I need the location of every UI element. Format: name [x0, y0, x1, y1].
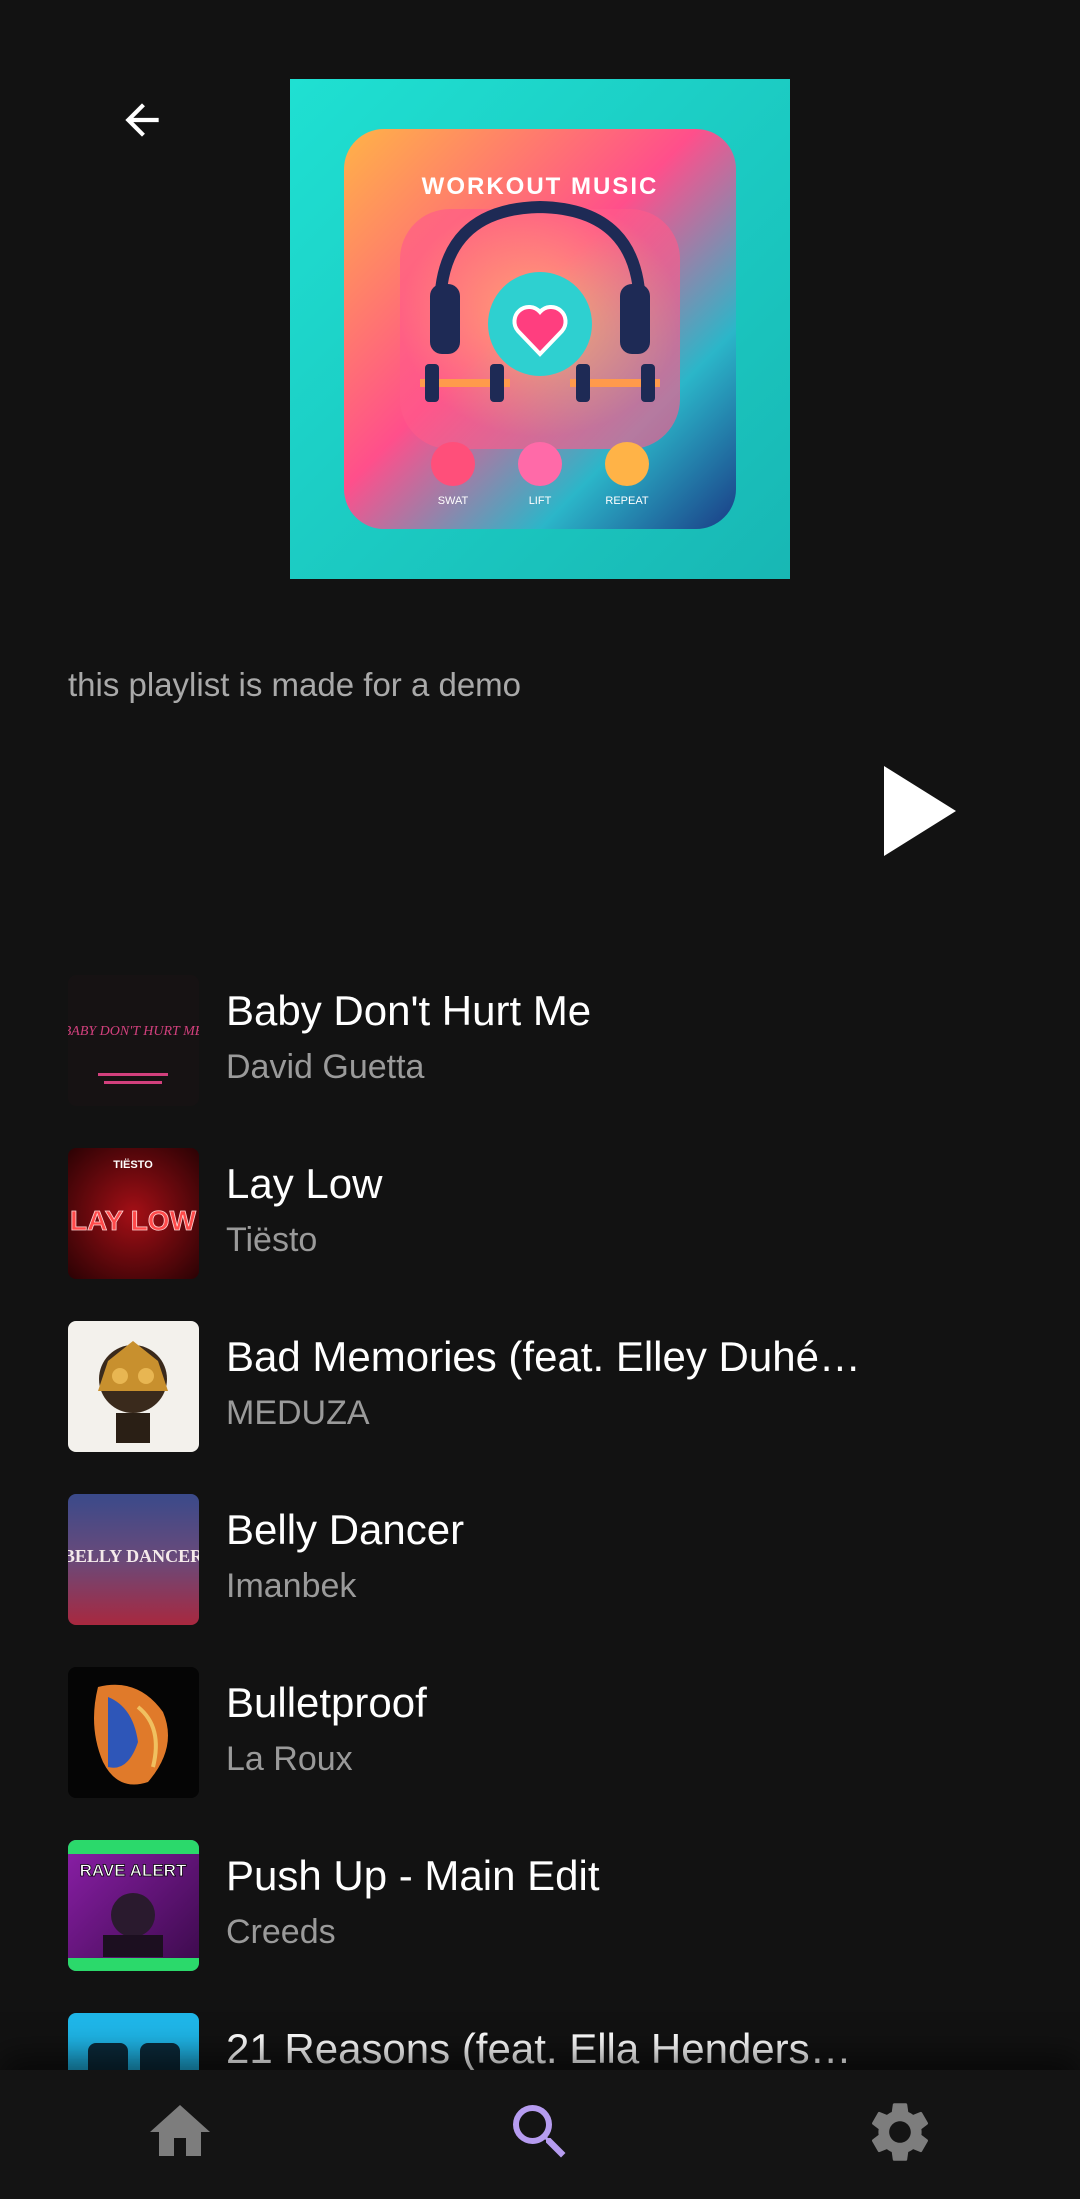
- home-icon: [150, 2105, 210, 2156]
- track-title: Bad Memories (feat. Elley Duhé…: [226, 1333, 861, 1380]
- track-artwork: [68, 1321, 199, 1452]
- back-button[interactable]: [100, 78, 184, 162]
- track-row[interactable]: BELLY DANCER Belly Dancer Imanbek: [0, 1494, 1080, 1667]
- track-artwork: RAVE ALERT: [68, 1840, 199, 1971]
- cover-title-text: WORKOUT MUSIC: [422, 173, 659, 200]
- track-list: BABY DON'T HURT ME Baby Don't Hurt Me Da…: [0, 975, 1080, 2070]
- nav-home-button[interactable]: [140, 2092, 220, 2172]
- playlist-screen: WORKOUT MUSIC SWAT LIFT REPEAT this play…: [0, 0, 1080, 2199]
- track-artist: Imanbek: [226, 1567, 357, 1605]
- track-artwork: TIËSTO LAY LOW: [68, 1148, 199, 1279]
- track-row[interactable]: 21 Reasons (feat. Ella Henders…: [0, 2013, 1080, 2070]
- cover-label-swat: SWAT: [438, 495, 469, 507]
- bottom-navigation-bar: [0, 2070, 1080, 2199]
- track-row[interactable]: Bulletproof La Roux: [0, 1667, 1080, 1840]
- nav-search-button[interactable]: [500, 2092, 580, 2172]
- svg-text:LAY LOW: LAY LOW: [70, 1205, 197, 1236]
- svg-text:BELLY DANCER: BELLY DANCER: [68, 1546, 199, 1566]
- search-icon: [513, 2105, 566, 2158]
- track-artist: David Guetta: [226, 1048, 425, 1086]
- track-artist: MEDUZA: [226, 1394, 370, 1432]
- track-title: 21 Reasons (feat. Ella Henders…: [226, 2025, 852, 2070]
- track-row[interactable]: TIËSTO LAY LOW Lay Low Tiësto: [0, 1148, 1080, 1321]
- track-artist: Creeds: [226, 1913, 336, 1951]
- svg-text:TIËSTO: TIËSTO: [113, 1158, 153, 1171]
- track-artwork: BABY DON'T HURT ME: [68, 975, 199, 1106]
- svg-text:BABY DON'T HURT ME: BABY DON'T HURT ME: [68, 1024, 199, 1039]
- track-row[interactable]: BABY DON'T HURT ME Baby Don't Hurt Me Da…: [0, 975, 1080, 1148]
- track-artwork: [68, 1667, 199, 1798]
- track-title: Belly Dancer: [226, 1506, 465, 1553]
- track-row[interactable]: Bad Memories (feat. Elley Duhé… MEDUZA: [0, 1321, 1080, 1494]
- track-artwork: [68, 2013, 199, 2070]
- nav-settings-button[interactable]: [860, 2092, 940, 2172]
- svg-text:RAVE ALERT: RAVE ALERT: [80, 1861, 187, 1880]
- track-artwork: BELLY DANCER: [68, 1494, 199, 1625]
- track-title: Push Up - Main Edit: [226, 1852, 600, 1899]
- gear-icon: [871, 2103, 929, 2161]
- play-button[interactable]: [870, 756, 970, 866]
- track-artist: Tiësto: [226, 1221, 318, 1259]
- cover-label-repeat: REPEAT: [605, 495, 648, 507]
- play-icon: [884, 766, 956, 856]
- playlist-cover-art: WORKOUT MUSIC SWAT LIFT REPEAT: [290, 79, 790, 579]
- track-title: Baby Don't Hurt Me: [226, 987, 592, 1034]
- cover-label-lift: LIFT: [529, 495, 552, 507]
- arrow-left-icon: [125, 103, 159, 137]
- track-artist: La Roux: [226, 1740, 353, 1778]
- playlist-description: this playlist is made for a demo: [68, 666, 522, 703]
- track-row[interactable]: RAVE ALERT Push Up - Main Edit Creeds: [0, 1840, 1080, 2013]
- track-title: Lay Low: [226, 1160, 383, 1207]
- track-title: Bulletproof: [226, 1679, 427, 1726]
